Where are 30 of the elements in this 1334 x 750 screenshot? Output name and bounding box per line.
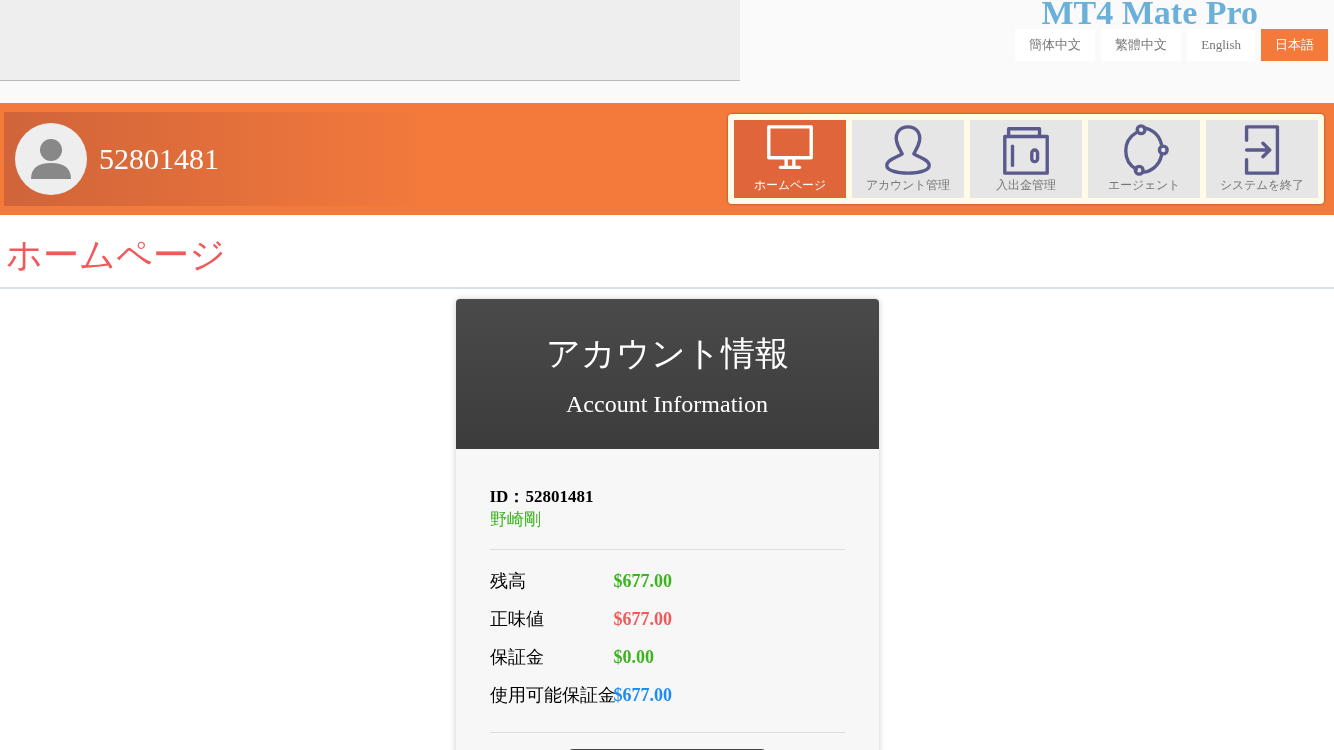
wallet-icon (1003, 127, 1049, 175)
monitor-icon (767, 125, 813, 170)
avatar-icon (15, 123, 87, 195)
field-value: $677.00 (613, 684, 672, 706)
field-value: $0.00 (613, 646, 654, 668)
nav-tab[interactable]: アカウント管理 (852, 120, 964, 198)
card-title: アカウント情報 (545, 333, 789, 374)
field-label: 残高 (489, 570, 527, 593)
field-value: $677.00 (613, 608, 672, 630)
field-label: 保証金 (489, 646, 545, 669)
exit-icon (1244, 125, 1280, 175)
network-icon (1124, 124, 1169, 176)
person-icon (885, 125, 931, 175)
nav-tab[interactable]: エージェント (1088, 120, 1200, 198)
field-value: $677.00 (613, 570, 672, 592)
account-name: 野崎剛 (489, 509, 542, 531)
field-label: 使用可能保証金 (489, 684, 614, 707)
account-id: ID：52801481 (489, 486, 595, 508)
nav-tab[interactable]: システムを終了 (1206, 120, 1318, 198)
language-button[interactable]: 簡体中文 (1015, 29, 1096, 61)
brand-logo: MT4 Mate Pro (1041, 0, 1258, 26)
field-label: 正味値 (489, 608, 545, 631)
language-button[interactable]: 日本語 (1261, 29, 1328, 61)
language-button[interactable]: English (1187, 29, 1255, 61)
page-title: ホームページ (5, 234, 227, 277)
nav-tab[interactable]: 入出金管理 (970, 120, 1082, 198)
nav-tab[interactable]: ホームページ (734, 120, 846, 198)
account-number: 52801481 (99, 142, 219, 176)
language-button[interactable]: 繁體中文 (1101, 29, 1182, 61)
card-subtitle: Account Information (566, 390, 768, 418)
